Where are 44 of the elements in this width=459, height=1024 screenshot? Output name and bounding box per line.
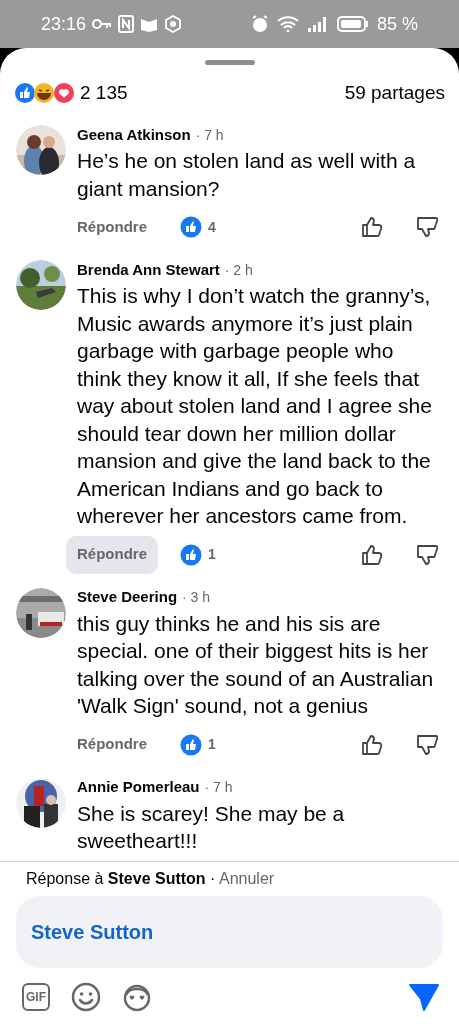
- thumbs-down-icon[interactable]: [416, 733, 438, 756]
- author-name[interactable]: Annie Pomerleau: [77, 776, 200, 799]
- like-count[interactable]: 1: [208, 544, 216, 565]
- emoji-icon[interactable]: [71, 982, 101, 1012]
- alarm-icon: [250, 15, 269, 33]
- battery-icon: [336, 16, 369, 32]
- comment-text: This is why I don’t watch the granny’s, Music awards anymore it’s just plain garbage with garbage people who think they know it all, If she feels that way about stolen land and I agree she should tear down her million dollar mansion and give the land back to the American Indians and go back to wherever her ancestors came from.: [77, 283, 433, 529]
- wifi-icon: [276, 16, 299, 32]
- drag-handle[interactable]: [204, 60, 255, 65]
- like-icon: [180, 543, 202, 566]
- comment-text: She is scarey! She may be a sweetheart!!!: [77, 800, 346, 854]
- key-icon: [92, 18, 113, 30]
- avatar-sticker-icon[interactable]: [122, 982, 152, 1012]
- reply-context: Réponse à Steve Sutton · Annuler: [25, 869, 276, 889]
- author-name[interactable]: Geena Atkinson: [77, 123, 191, 147]
- like-count[interactable]: 1: [208, 734, 216, 755]
- comment-time: · 2 h: [224, 260, 253, 280]
- comment-input[interactable]: Steve Sutton: [16, 896, 443, 968]
- thumbs-up-icon[interactable]: [361, 216, 383, 238]
- author-name[interactable]: Brenda Ann Stewart: [77, 258, 220, 282]
- thumbs-up-icon[interactable]: [361, 733, 383, 756]
- battery-level: 85 %: [376, 12, 418, 36]
- reaction-icons: [14, 82, 76, 104]
- cancel-link[interactable]: Annuler: [219, 870, 275, 887]
- comment-time: · 3 h: [182, 588, 211, 607]
- like-icon: [180, 733, 202, 756]
- comment-time: · 7 h: [204, 778, 233, 797]
- status-time: 23:16: [41, 12, 87, 36]
- reaction-count[interactable]: 2 135: [80, 78, 128, 108]
- comment-time: · 7 h: [195, 125, 224, 145]
- nfc-icon: [118, 15, 135, 33]
- comment-text: this guy thinks he and his sis are special. one of their biggest hits is her talking over the sound of an Australian 'Walk Sign' sound, not a genius: [77, 610, 435, 719]
- author-name[interactable]: Steve Deering: [77, 586, 178, 609]
- like-icon: [180, 216, 202, 238]
- comment-text: He’s he on stolen land as well with a giant mansion?: [77, 148, 417, 202]
- like-count[interactable]: 4: [208, 216, 216, 238]
- reply-button[interactable]: Répondre: [66, 535, 158, 574]
- thumbs-up-icon[interactable]: [361, 543, 383, 566]
- share-count[interactable]: 59 partages: [344, 78, 445, 108]
- signal-icon: [306, 16, 329, 32]
- gif-button[interactable]: GIF: [22, 983, 50, 1011]
- thumbs-down-icon[interactable]: [416, 216, 438, 238]
- send-icon[interactable]: [409, 983, 439, 1011]
- thumbs-down-icon[interactable]: [416, 543, 438, 566]
